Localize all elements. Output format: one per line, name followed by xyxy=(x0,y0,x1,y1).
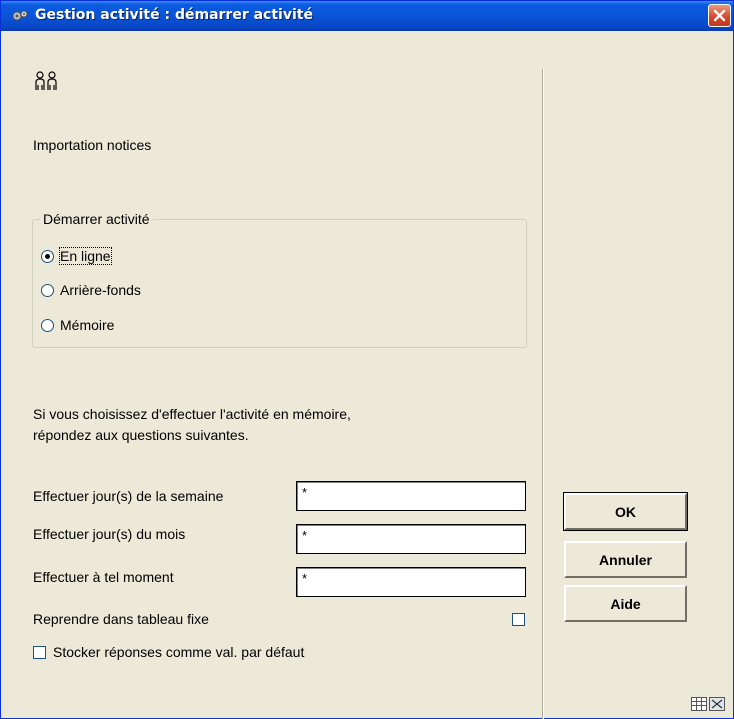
weekdays-label: Effectuer jour(s) de la semaine xyxy=(33,488,224,504)
store-defaults-label: Stocker réponses comme val. par défaut xyxy=(53,644,305,660)
radio-memory-circle[interactable] xyxy=(41,318,54,332)
monthdays-label: Effectuer jour(s) du mois xyxy=(33,526,186,542)
dialog-window: Gestion activité : démarrer activité Imp… xyxy=(0,0,734,719)
status-bar-icons xyxy=(691,697,725,714)
info-line-2: répondez aux questions suivantes. xyxy=(33,427,249,443)
weekdays-input[interactable]: * xyxy=(296,481,526,511)
close-button[interactable] xyxy=(708,4,731,27)
radio-memory-label: Mémoire xyxy=(60,317,115,333)
radio-online[interactable]: En ligne xyxy=(41,246,112,266)
fixed-table-checkbox[interactable] xyxy=(512,613,525,626)
close-icon xyxy=(713,9,726,22)
people-icon xyxy=(33,71,59,96)
monthdays-input[interactable]: * xyxy=(296,524,526,554)
title-bar[interactable]: Gestion activité : démarrer activité xyxy=(1,1,733,31)
info-line-1: Si vous choisissez d'effectuer l'activit… xyxy=(33,406,351,422)
radio-background-circle[interactable] xyxy=(41,283,54,297)
radio-online-label: En ligne xyxy=(59,247,112,265)
activity-name: Importation notices xyxy=(33,137,152,153)
start-activity-group: Démarrer activité En ligne Arrière-fonds… xyxy=(32,211,527,348)
radio-online-circle[interactable] xyxy=(41,249,54,263)
grid-icon[interactable] xyxy=(691,697,707,714)
fixed-table-label: Reprendre dans tableau fixe xyxy=(33,611,209,627)
time-input[interactable]: * xyxy=(296,567,526,597)
group-legend: Démarrer activité xyxy=(40,211,153,227)
window-title: Gestion activité : démarrer activité xyxy=(35,7,313,23)
ok-button[interactable]: OK xyxy=(563,492,688,531)
radio-memory[interactable]: Mémoire xyxy=(41,315,114,335)
store-defaults-checkbox[interactable] xyxy=(33,646,46,659)
vertical-divider xyxy=(542,69,544,719)
resize-icon[interactable] xyxy=(709,697,725,714)
radio-background-label: Arrière-fonds xyxy=(60,282,141,298)
settings-icon xyxy=(11,8,29,24)
radio-background[interactable]: Arrière-fonds xyxy=(41,280,141,300)
cancel-button[interactable]: Annuler xyxy=(564,541,687,578)
help-button[interactable]: Aide xyxy=(564,585,687,622)
time-label: Effectuer à tel moment xyxy=(33,569,174,585)
